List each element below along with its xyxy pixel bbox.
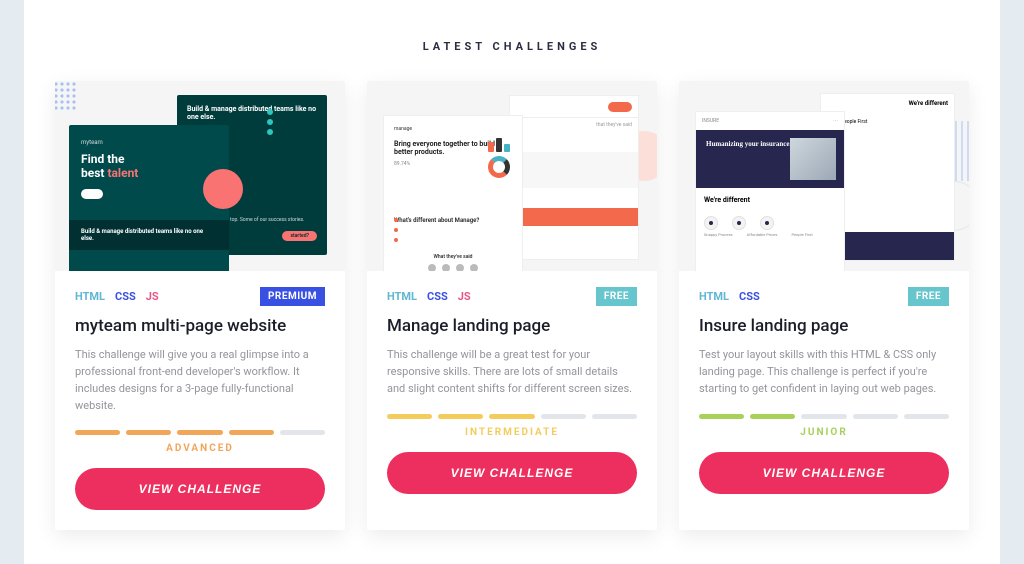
difficulty-bars (75, 430, 325, 435)
difficulty-bars (699, 414, 949, 419)
challenge-description: This challenge will be a great test for … (387, 346, 637, 398)
tag-css: CSS (427, 290, 448, 303)
challenge-card: Build & manage distributed teams like no… (55, 81, 345, 530)
thumb-hero-btn (81, 189, 103, 199)
tech-tags: HTML CSS JS (75, 290, 159, 303)
thumb-brand: INSURE (702, 118, 719, 124)
thumb-footer-title: What they've said (384, 254, 522, 260)
tag-html: HTML (387, 290, 417, 303)
challenge-title: Manage landing page (387, 316, 637, 336)
thumb-cta-small: started? (282, 231, 317, 241)
thumb-section-title: What's different about Manage? (394, 217, 512, 224)
thumb-hero: Find the best talent (81, 152, 217, 181)
challenge-thumbnail: We're different People First INSURE⋯ Hum… (679, 81, 969, 271)
difficulty-label: INTERMEDIATE (387, 427, 637, 438)
tag-html: HTML (699, 290, 729, 303)
challenge-description: Test your layout skills with this HTML &… (699, 346, 949, 398)
difficulty-label: JUNIOR (699, 427, 949, 438)
feature-icons (696, 216, 844, 230)
challenge-description: This challenge will give you a real glim… (75, 346, 325, 414)
challenge-thumbnail: Build & manage distributed teams like no… (55, 81, 345, 271)
tag-html: HTML (75, 290, 105, 303)
donut-chart-icon (488, 156, 510, 178)
view-challenge-button[interactable]: VIEW CHALLENGE (75, 468, 325, 510)
challenge-thumbnail: that they've said manage Bring everyone … (367, 81, 657, 271)
thumb-section-title: We're different (696, 188, 844, 212)
challenge-title: myteam multi-page website (75, 316, 325, 336)
tag-css: CSS (115, 290, 136, 303)
difficulty-bars (387, 414, 637, 419)
tag-js: JS (458, 290, 471, 303)
section-title: LATEST CHALLENGES (48, 40, 976, 53)
thumb-mid: Build & manage distributed teams like no… (69, 220, 229, 250)
cards-grid: Build & manage distributed teams like no… (48, 81, 976, 530)
view-challenge-button[interactable]: VIEW CHALLENGE (387, 452, 637, 494)
thumb-logo: manage (394, 126, 512, 132)
view-challenge-button[interactable]: VIEW CHALLENGE (699, 452, 949, 494)
tag-js: JS (146, 290, 159, 303)
challenge-title: Insure landing page (699, 316, 949, 336)
free-badge: FREE (908, 287, 949, 306)
thumb-feat: Snappy Process (704, 232, 733, 237)
premium-badge: PREMIUM (260, 287, 325, 306)
thumb-brand: myteam (81, 139, 217, 146)
difficulty-label: ADVANCED (75, 443, 325, 454)
tag-css: CSS (739, 290, 760, 303)
thumb-back-tab: that they've said (510, 118, 638, 132)
challenge-card: that they've said manage Bring everyone … (367, 81, 657, 530)
tech-tags: HTML CSS (699, 290, 760, 303)
bar-chart-icon (488, 138, 510, 152)
free-badge: FREE (596, 287, 637, 306)
thumb-feat: Affordable Prices (747, 232, 778, 237)
thumb-feat: People First (791, 232, 812, 237)
challenge-card: We're different People First INSURE⋯ Hum… (679, 81, 969, 530)
tech-tags: HTML CSS JS (387, 290, 471, 303)
hero-photo (790, 138, 836, 180)
